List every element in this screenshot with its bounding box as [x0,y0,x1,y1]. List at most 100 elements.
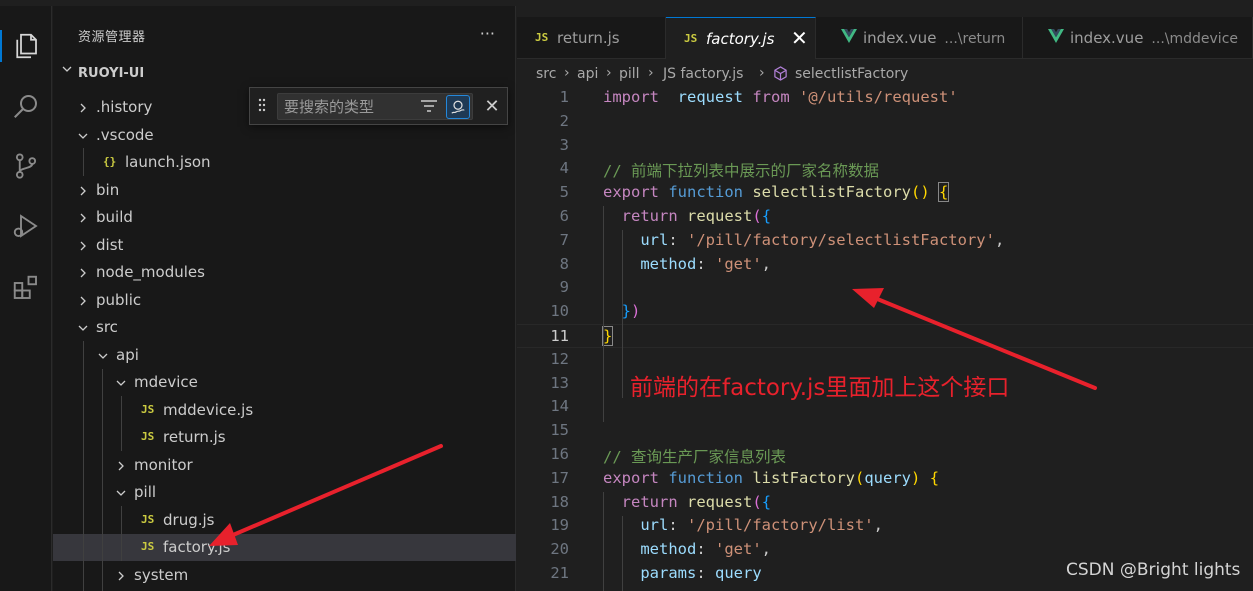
code-line[interactable]: 2 [517,110,1253,134]
code-line[interactable]: 6 return request({ [517,205,1253,229]
watermark: CSDN @Bright lights [1066,560,1241,580]
explorer-title: 资源管理器 [78,30,146,45]
chevron-right-icon [80,213,86,223]
tree-item-label: node_modules [96,263,205,281]
code-token: : [696,540,715,559]
breadcrumb-item[interactable]: src [536,66,556,82]
file-return-js[interactable]: JS return.js [53,424,516,451]
tree-item-label: return.js [163,428,226,446]
code-line[interactable]: 3 [517,134,1253,158]
indent-guide [603,492,604,591]
chevron-right-icon: › [648,65,654,81]
folder-build[interactable]: build [53,204,516,231]
folder-dist[interactable]: dist [53,232,516,259]
indent-guide [121,396,122,451]
code-line[interactable]: 17 export function listFactory(query) { [517,467,1253,491]
chevron-down-icon [98,353,108,359]
code-line[interactable]: 1 import request from '@/utils/request' [517,86,1253,110]
folder-bin[interactable]: bin [53,177,516,204]
code-token: } [601,326,614,346]
drag-grip-icon[interactable] [257,98,267,112]
code-line[interactable]: 9 [517,276,1253,300]
run-debug-icon[interactable] [6,206,46,246]
filter-icon[interactable] [420,98,438,114]
code-line[interactable]: 10 }) [517,300,1253,324]
code-line[interactable]: 15 [517,419,1253,443]
more-actions-button[interactable]: ··· [480,24,495,43]
code-token: // 查询生产厂家信息列表 [603,448,786,466]
code-token: '/pill/factory/selectlistFactory' [687,230,995,249]
code-token: ( [855,468,865,487]
code-token: // 前端下拉列表中展示的厂家名称数据 [603,162,879,181]
code-line[interactable]: 5 export function selectlistFactory() { [517,181,1253,205]
code-line[interactable]: 16 // 查询生产厂家信息列表 [517,443,1253,467]
find-input[interactable] [277,93,473,120]
js-file-icon: JS [535,31,549,44]
folder-mdevice[interactable]: mdevice [53,369,516,396]
tab-label: factory.js [706,30,775,48]
code-line[interactable]: 19 url: '/pill/factory/list', [517,514,1253,538]
code-line[interactable]: 8 method: 'get', [517,253,1253,277]
explorer-icon[interactable] [0,26,46,66]
folder-api[interactable]: api [53,342,516,369]
code-text: method: 'get', [603,255,771,273]
code-token: function [668,183,743,202]
chevron-right-icon [80,103,86,113]
code-line[interactable]: 18 return request({ [517,491,1253,515]
file-mddevice-js[interactable]: JS mddevice.js [53,397,516,424]
line-number: 20 [550,540,569,559]
code-text: params: query [603,564,761,582]
folder-pill[interactable]: pill [53,479,516,506]
search-icon[interactable] [6,86,46,126]
code-token: '/pill/factory/list' [687,516,874,535]
code-line[interactable]: 4 // 前端下拉列表中展示的厂家名称数据 [517,157,1253,181]
code-line[interactable]: 20 method: 'get', [517,538,1253,562]
tab-factory-js[interactable]: JS factory.js ✕ [666,17,816,59]
line-number: 7 [559,230,569,249]
file-factory-js[interactable]: JS factory.js [53,534,516,561]
code-token: method [640,540,697,559]
file-launch-json[interactable]: {} launch.json [53,149,516,176]
fuzzy-match-toggle[interactable] [446,95,470,119]
file-drug-js[interactable]: JS drug.js [53,507,516,534]
tab-index-vue-return[interactable]: index.vue ...\return [816,17,1023,59]
folder-vscode[interactable]: .vscode [53,122,516,149]
code-token: 'get' [715,540,762,559]
tree-item-label: build [96,208,133,226]
code-line[interactable]: 7 url: '/pill/factory/selectlistFactory'… [517,229,1253,253]
code-token: from [752,88,790,106]
breadcrumb-item[interactable]: api [577,66,598,82]
folder-src[interactable]: src [53,314,516,341]
chevron-right-icon [80,186,86,195]
tab-index-vue-mddevice[interactable]: index.vue ...\mddevice [1023,17,1253,59]
folder-node-modules[interactable]: node_modules [53,259,516,286]
folder-monitor[interactable]: monitor [53,452,516,479]
chevron-right-icon: › [606,65,612,81]
code-token: ) [911,468,921,487]
folder-public[interactable]: public [53,287,516,314]
code-editor[interactable]: 1 import request from '@/utils/request' 2 3… [517,86,1253,591]
code-text: import request from '@/utils/request' [603,88,958,106]
folder-system[interactable]: system [53,562,516,589]
chevron-down-icon [78,325,88,331]
tab-return-js[interactable]: JS return.js [517,17,666,59]
js-file-icon: JS [141,402,155,416]
breadcrumb-item[interactable]: selectlistFactory [795,66,908,82]
code-token: params [640,564,697,582]
extensions-icon[interactable] [6,268,46,308]
code-text: // 查询生产厂家信息列表 [603,445,786,467]
close-icon[interactable]: ✕ [483,96,501,117]
breadcrumb-item[interactable]: JS factory.js [663,66,743,82]
breadcrumb-item[interactable]: pill [619,66,640,82]
project-header[interactable]: RUOYI-UI [53,61,516,85]
code-line[interactable]: 11} [517,324,1253,348]
close-icon[interactable]: ✕ [791,26,808,50]
line-number: 12 [550,349,569,368]
code-text: method: 'get', [603,540,771,558]
source-control-icon[interactable] [6,146,46,186]
line-number: 4 [559,159,569,178]
